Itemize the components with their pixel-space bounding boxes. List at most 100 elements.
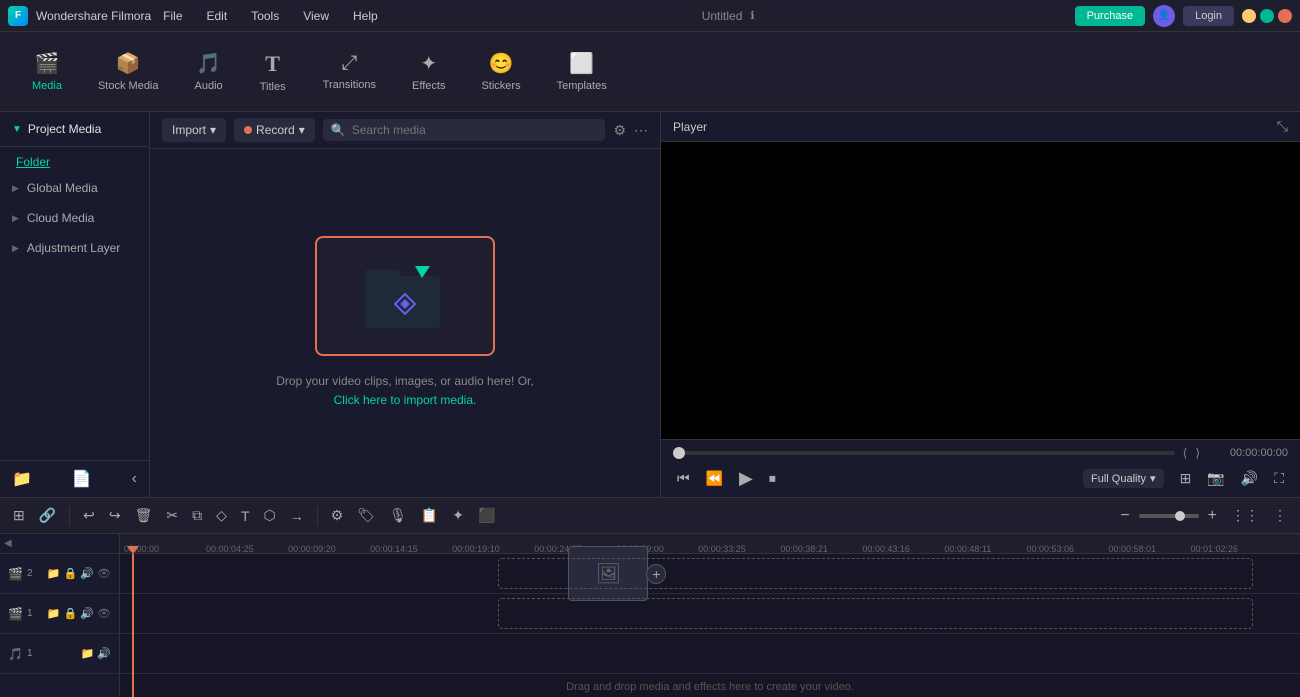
panel-item-cloud-media[interactable]: ▶ Cloud Media: [0, 203, 149, 233]
video2-lock-icon[interactable]: 🔒: [64, 567, 78, 580]
import-link[interactable]: Click here to import media.: [334, 393, 477, 407]
audio1-folder-icon[interactable]: 📁: [81, 647, 95, 660]
track-lane-video1[interactable]: [120, 594, 1300, 634]
delete-button[interactable]: 🗑: [130, 504, 158, 527]
timeline-ruler-content: 00:00:00 00:00:04:25 00:00:09:20 00:00:1…: [120, 534, 1300, 697]
timeline-tracks-content: 🖼 + Drag and drop media and effects here…: [120, 554, 1300, 697]
toolbar-stickers[interactable]: 😊 Stickers: [465, 43, 536, 100]
progress-handle[interactable]: [673, 447, 685, 459]
video1-number: 1: [27, 608, 33, 619]
toolbar-templates[interactable]: ⬜ Templates: [541, 43, 623, 100]
import-button[interactable]: Import ▾: [162, 118, 226, 142]
collapse-icon[interactable]: ‹: [132, 470, 137, 488]
filter-icon[interactable]: ⚙: [613, 122, 626, 139]
purchase-button[interactable]: Purchase: [1075, 6, 1145, 26]
user-avatar[interactable]: 👤: [1153, 5, 1175, 27]
play-button[interactable]: ▶: [735, 466, 757, 491]
title-bar: F Wondershare Filmora File Edit Tools Vi…: [0, 0, 1300, 32]
new-item-icon[interactable]: 📄: [72, 469, 92, 489]
media-icon: 🎬: [35, 51, 60, 76]
login-button[interactable]: Login: [1183, 6, 1234, 26]
quality-dropdown[interactable]: Full Quality ▾: [1083, 469, 1164, 488]
drag-drop-hint: Drag and drop media and effects here to …: [566, 681, 854, 693]
panel-item-global-media[interactable]: ▶ Global Media: [0, 173, 149, 203]
zoom-out-button[interactable]: −: [1115, 504, 1134, 528]
audio1-volume-icon[interactable]: 🔊: [97, 647, 111, 660]
ruler-mark-4: 00:00:19:10: [452, 544, 500, 554]
video1-lock-icon[interactable]: 🔒: [64, 607, 78, 620]
video2-eye-icon[interactable]: 👁: [97, 567, 111, 580]
zoom-thumb: [1175, 511, 1185, 521]
video2-folder-icon[interactable]: 📁: [47, 567, 61, 580]
redo-button[interactable]: ↪: [104, 504, 126, 527]
marker-button[interactable]: 🏷: [352, 504, 380, 527]
clip-button[interactable]: 📋: [416, 504, 443, 527]
toolbar-effects[interactable]: ✦ Effects: [396, 43, 461, 100]
close-button[interactable]: [1278, 9, 1292, 23]
player-expand-icon[interactable]: ⤡: [1277, 118, 1288, 135]
frame-back-button[interactable]: ⏪: [702, 468, 727, 489]
minimize-button[interactable]: [1242, 9, 1256, 23]
effect-button[interactable]: ✦: [447, 504, 469, 527]
drop-hint-video2[interactable]: [498, 558, 1253, 589]
video1-eye-icon[interactable]: 👁: [97, 607, 111, 620]
copy-button[interactable]: ⧉: [187, 504, 207, 527]
menu-edit[interactable]: Edit: [203, 7, 232, 25]
menu-view[interactable]: View: [299, 7, 333, 25]
effects-label: Effects: [412, 80, 445, 92]
maximize-button[interactable]: [1260, 9, 1274, 23]
frame-back-icon[interactable]: ⟨: [1183, 446, 1188, 460]
video1-folder-icon[interactable]: 📁: [47, 607, 61, 620]
audio1-icon: 🎵: [8, 647, 23, 661]
ruler-mark-0: 00:00:00: [124, 544, 159, 554]
menu-help[interactable]: Help: [349, 7, 382, 25]
toolbar-media[interactable]: 🎬 Media: [16, 43, 78, 100]
more-button[interactable]: ⋮⋮: [1226, 504, 1264, 527]
insert-button[interactable]: ⬛: [473, 504, 500, 527]
drop-hint-video1[interactable]: [498, 598, 1253, 629]
frame-forward-icon[interactable]: ⟩: [1195, 446, 1200, 460]
folder-link[interactable]: Folder: [0, 151, 149, 173]
panel-item-adjustment-layer[interactable]: ▶ Adjustment Layer: [0, 233, 149, 263]
rewind-button[interactable]: ⏮: [673, 468, 694, 489]
ruler-mark-11: 00:00:53:06: [1026, 544, 1074, 554]
toolbar-transitions[interactable]: ⤢ Transitions: [307, 44, 392, 99]
snapshot-button[interactable]: 📷: [1203, 468, 1228, 489]
text-button[interactable]: T: [236, 505, 255, 527]
transform-button[interactable]: ⬡: [259, 504, 281, 527]
volume-button[interactable]: 🔊: [1237, 468, 1262, 489]
progress-bar[interactable]: [673, 451, 1175, 455]
fit-screen-button[interactable]: ⊞: [1176, 468, 1196, 489]
drop-zone[interactable]: [315, 236, 495, 356]
ruler-spacer-label: ◀: [4, 538, 12, 549]
player-title: Player: [673, 120, 707, 134]
menu-file[interactable]: File: [159, 7, 186, 25]
menu-tools[interactable]: Tools: [247, 7, 283, 25]
add-folder-icon[interactable]: 📁: [12, 469, 32, 489]
fullscreen-button[interactable]: ⛶: [1270, 468, 1288, 489]
extra-button[interactable]: ⋮: [1268, 504, 1292, 527]
toolbar-audio[interactable]: 🎵 Audio: [179, 43, 239, 100]
toolbar-titles[interactable]: T Titles: [243, 43, 303, 101]
mic-button[interactable]: 🎙: [384, 504, 412, 527]
more-options-icon[interactable]: ⋯: [634, 122, 648, 139]
split-button[interactable]: →: [285, 505, 309, 527]
record-button[interactable]: Record ▾: [234, 118, 315, 142]
video2-volume-icon[interactable]: 🔊: [80, 567, 94, 580]
info-icon[interactable]: ℹ: [750, 9, 754, 22]
toolbar-stock-media[interactable]: 📦 Stock Media: [82, 43, 175, 100]
stop-button[interactable]: ⏹: [765, 468, 780, 489]
track-lane-video2[interactable]: 🖼 +: [120, 554, 1300, 594]
settings-button[interactable]: ⚙: [326, 504, 349, 527]
zoom-slider[interactable]: [1139, 514, 1199, 518]
track-lane-audio1[interactable]: [120, 634, 1300, 674]
crop-button[interactable]: ◇: [211, 504, 232, 527]
zoom-controls: − +: [1115, 504, 1222, 528]
video1-volume-icon[interactable]: 🔊: [80, 607, 94, 620]
timeline-grid-button[interactable]: ⊞: [8, 504, 30, 527]
cut-button[interactable]: ✂: [161, 504, 183, 527]
zoom-in-button[interactable]: +: [1203, 504, 1222, 528]
search-input[interactable]: [352, 123, 598, 137]
timeline-link-button[interactable]: 🔗: [34, 504, 61, 527]
undo-button[interactable]: ↩: [78, 504, 100, 527]
